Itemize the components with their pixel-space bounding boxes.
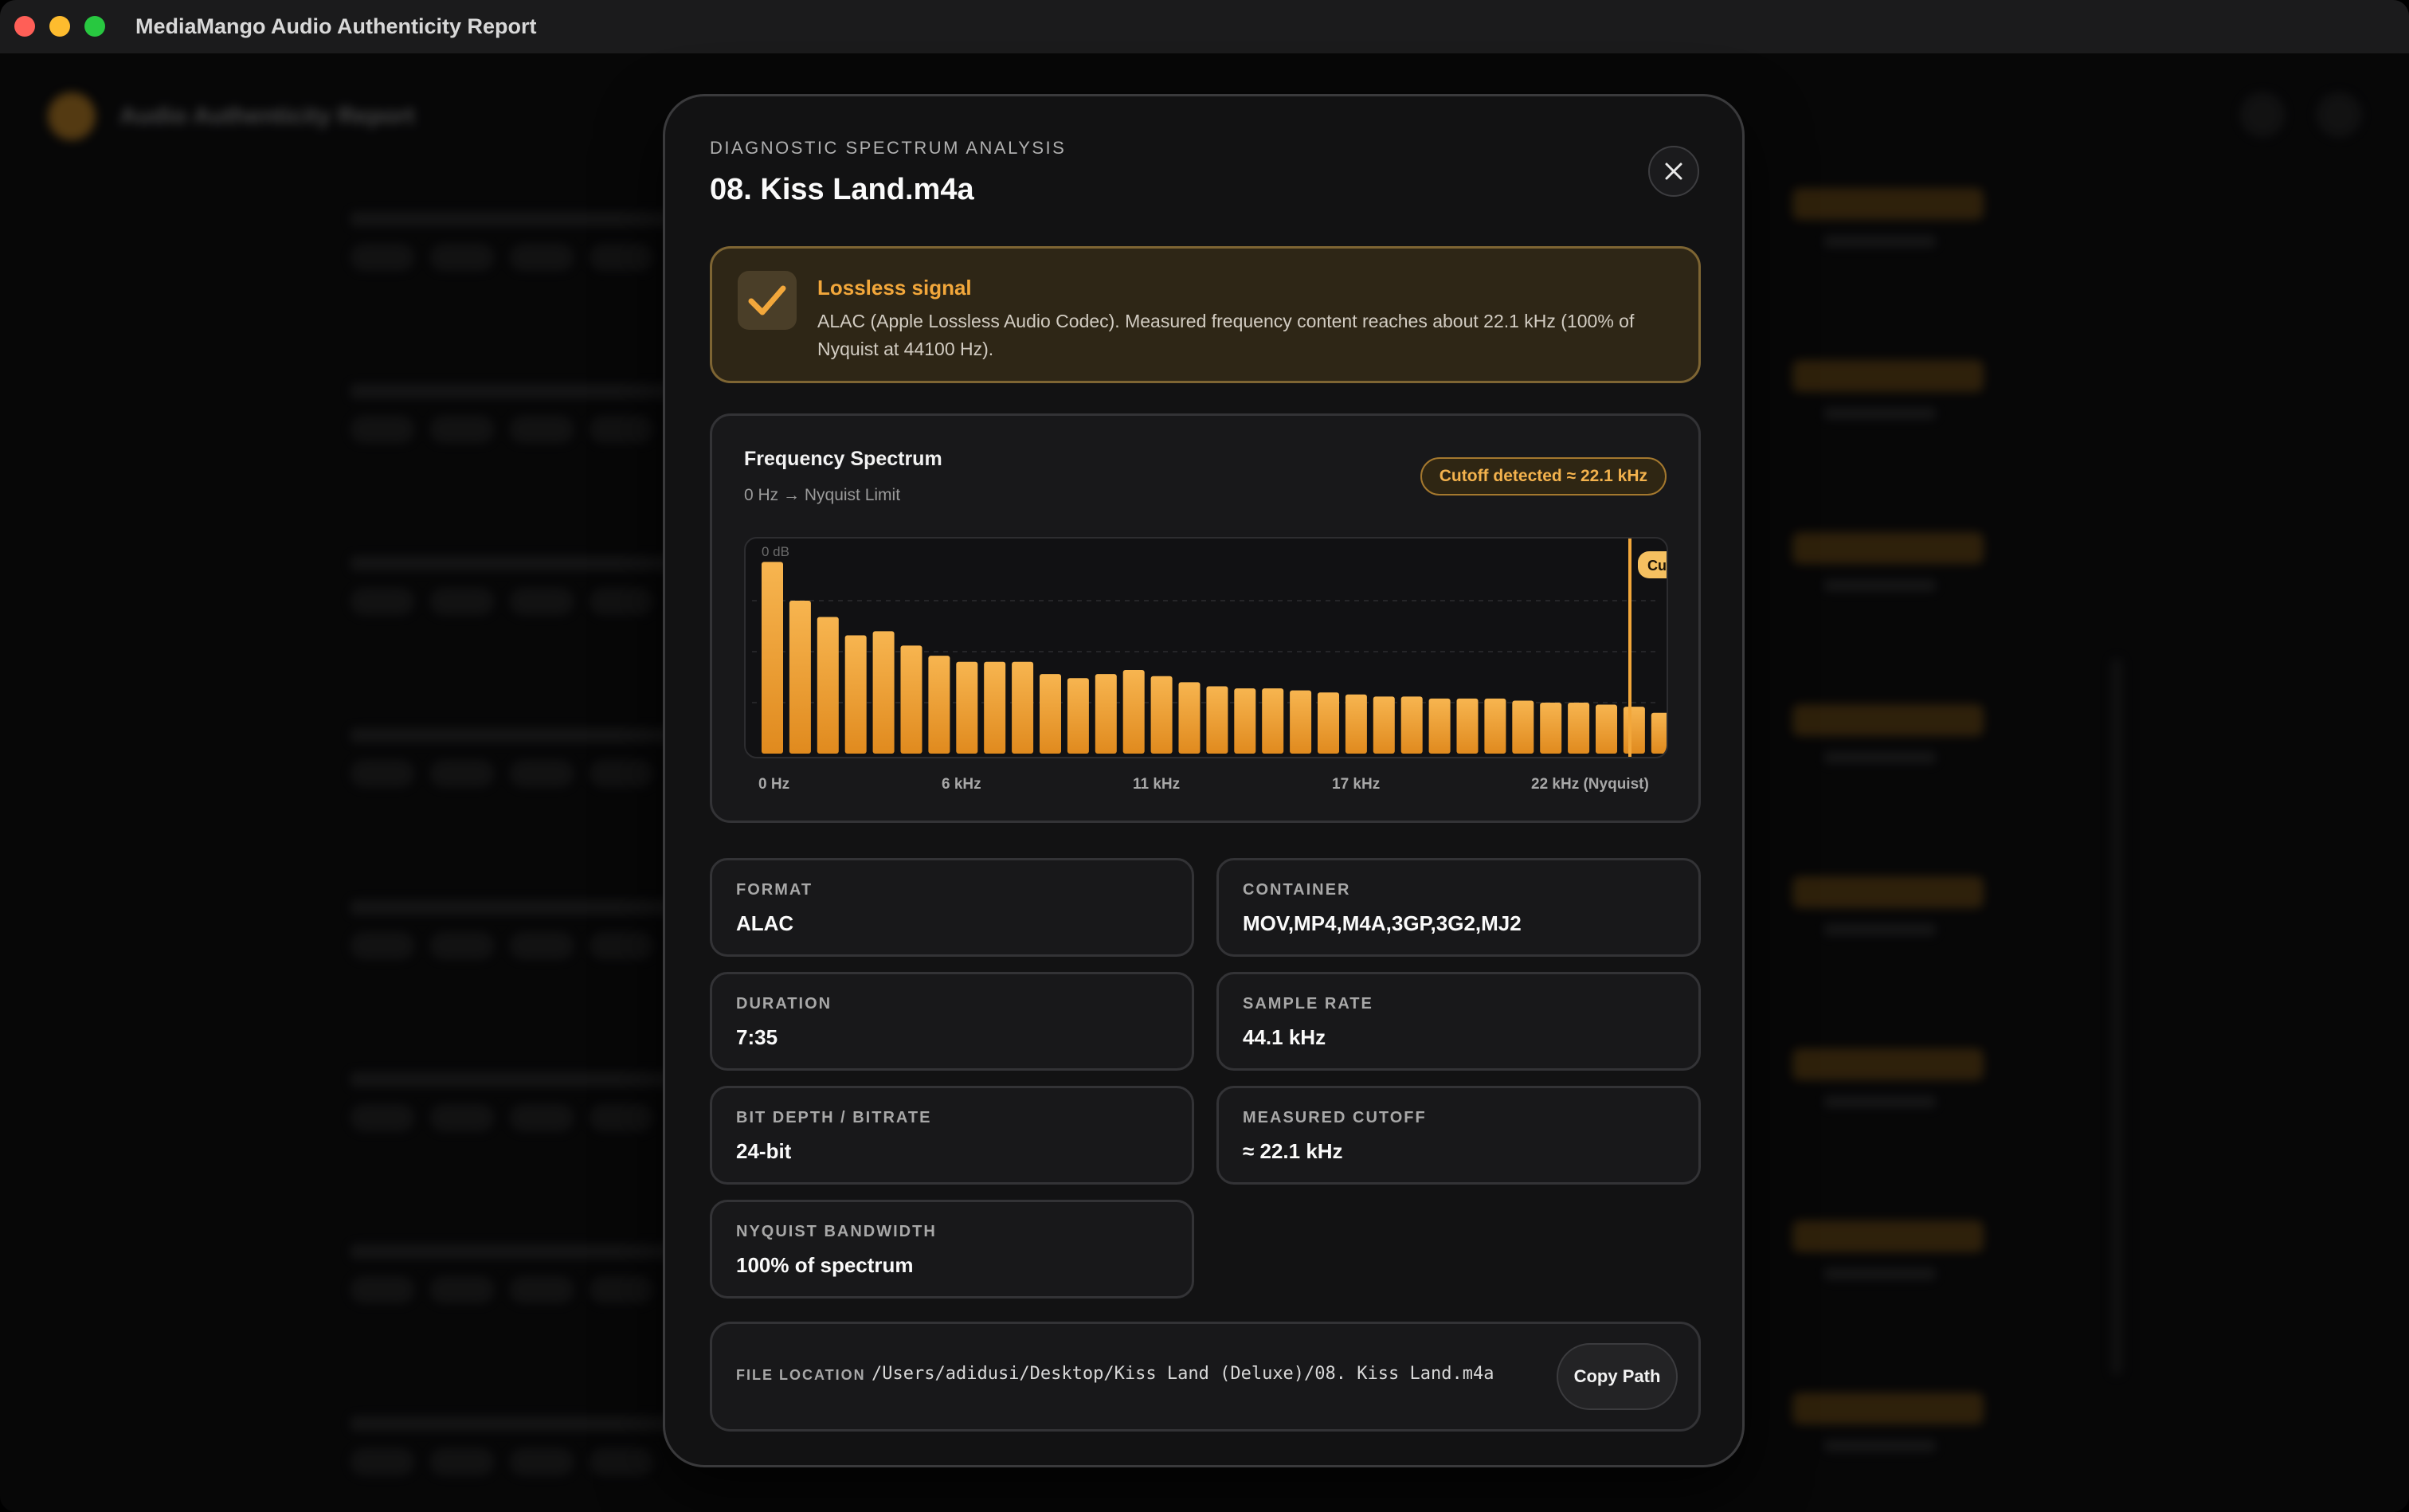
- spectrum-bar: [1540, 703, 1562, 754]
- status-title: Lossless signal: [817, 276, 972, 300]
- x-tick-label: 22 kHz (Nyquist): [1531, 776, 1649, 793]
- info-label: BIT DEPTH / BITRATE: [736, 1109, 932, 1126]
- spectrum-bar: [1290, 690, 1312, 754]
- spectrum-bar: [1150, 676, 1173, 754]
- spectrum-subtitle: 0 Hz → Nyquist Limit: [744, 486, 901, 504]
- spectrum-bar: [1484, 698, 1506, 754]
- spectrum-bar: [1596, 704, 1617, 754]
- status-icon-box: [738, 271, 797, 330]
- minimize-window-button[interactable]: [49, 16, 70, 37]
- info-value: 100% of spectrum: [736, 1253, 914, 1277]
- title-bar: MediaMango Audio Authenticity Report: [0, 0, 2409, 53]
- modal-eyebrow: DIAGNOSTIC SPECTRUM ANALYSIS: [710, 138, 1067, 158]
- spectrum-bar: [1122, 670, 1145, 754]
- spectrum-chart: 0 dB Cu: [744, 537, 1668, 758]
- spectrum-bar: [844, 635, 867, 754]
- x-tick-label: 11 kHz: [1133, 776, 1181, 793]
- app-window: MediaMango Audio Authenticity Report Aud…: [0, 0, 2409, 1512]
- spectrum-bar: [1318, 692, 1339, 754]
- spectrum-bar: [1428, 698, 1451, 754]
- info-card: SAMPLE RATE 44.1 kHz: [1216, 972, 1701, 1071]
- info-label: CONTAINER: [1243, 881, 1351, 899]
- spectrum-bar: [1456, 698, 1479, 754]
- spectrum-bar: [1512, 700, 1534, 754]
- spectrum-bar: [956, 661, 978, 754]
- x-tick-label: 6 kHz: [942, 776, 981, 793]
- info-value: ALAC: [736, 911, 794, 935]
- info-card: FORMAT ALAC: [710, 858, 1194, 957]
- zoom-window-button[interactable]: [84, 16, 105, 37]
- spectrum-bar: [1373, 696, 1395, 754]
- spectrum-bar: [1012, 661, 1034, 754]
- spectrum-bar: [928, 656, 950, 754]
- file-location-card: FILE LOCATION /Users/adidusi/Desktop/Kis…: [710, 1322, 1701, 1432]
- x-tick-label: 0 Hz: [758, 776, 790, 793]
- spectrum-title: Frequency Spectrum: [744, 448, 942, 470]
- info-label: SAMPLE RATE: [1243, 995, 1373, 1013]
- info-card: NYQUIST BANDWIDTH 100% of spectrum: [710, 1200, 1194, 1299]
- spectrum-bar: [1040, 674, 1061, 754]
- info-label: MEASURED CUTOFF: [1243, 1109, 1427, 1126]
- file-location-label: FILE LOCATION: [736, 1367, 866, 1383]
- spectrum-bar: [1067, 678, 1089, 754]
- spectrum-bar: [1568, 703, 1590, 754]
- spectrum-bar: [762, 562, 783, 754]
- info-value: MOV,MP4,M4A,3GP,3G2,MJ2: [1243, 911, 1522, 935]
- file-path: /Users/adidusi/Desktop/Kiss Land (Deluxe…: [872, 1364, 1494, 1384]
- close-modal-button[interactable]: [1648, 146, 1699, 197]
- info-card: DURATION 7:35: [710, 972, 1194, 1071]
- info-label: NYQUIST BANDWIDTH: [736, 1223, 937, 1240]
- info-card: MEASURED CUTOFF ≈ 22.1 kHz: [1216, 1086, 1701, 1185]
- info-card: BIT DEPTH / BITRATE 24-bit: [710, 1086, 1194, 1185]
- spectrum-card: Frequency Spectrum 0 Hz → Nyquist Limit …: [710, 413, 1701, 823]
- info-value: 7:35: [736, 1025, 778, 1049]
- checkmark-icon: [748, 285, 786, 315]
- db-label: 0 dB: [762, 544, 789, 559]
- spectrum-bar: [1345, 694, 1367, 754]
- status-description: ALAC (Apple Lossless Audio Codec). Measu…: [817, 311, 1635, 359]
- info-value: 44.1 kHz: [1243, 1025, 1326, 1049]
- spectrum-bar: [1234, 688, 1256, 754]
- spectrum-bar: [1095, 674, 1117, 754]
- spectrum-bar: [1262, 688, 1284, 754]
- window-controls: [14, 16, 105, 37]
- window-title: MediaMango Audio Authenticity Report: [135, 14, 537, 38]
- spectrum-modal: DIAGNOSTIC SPECTRUM ANALYSIS 08. Kiss La…: [663, 94, 1745, 1467]
- info-card: CONTAINER MOV,MP4,M4A,3GP,3G2,MJ2: [1216, 858, 1701, 957]
- copy-path-button[interactable]: Copy Path: [1557, 1343, 1678, 1410]
- spectrum-bar: [984, 661, 1006, 754]
- close-window-button[interactable]: [14, 16, 35, 37]
- spectrum-bar: [1623, 707, 1645, 754]
- spectrum-bar: [789, 601, 811, 754]
- cutoff-marker-label: Cu: [1647, 558, 1667, 574]
- spectrum-bar: [1400, 696, 1423, 754]
- info-value: ≈ 22.1 kHz: [1243, 1139, 1343, 1163]
- x-axis-labels: 0 Hz 6 kHz 11 kHz 17 kHz 22 kHz (Nyquist): [744, 776, 1668, 800]
- spectrum-bar: [1651, 712, 1667, 754]
- spectrum-bar: [1178, 682, 1201, 754]
- spectrum-bar: [1206, 686, 1228, 754]
- info-label: DURATION: [736, 995, 832, 1013]
- spectrum-svg: 0 dB Cu: [752, 539, 1667, 757]
- spectrum-bar: [872, 631, 895, 754]
- x-tick-label: 17 kHz: [1332, 776, 1381, 793]
- close-icon: [1665, 163, 1682, 180]
- info-label: FORMAT: [736, 881, 813, 899]
- cutoff-badge: Cutoff detected ≈ 22.1 kHz: [1420, 457, 1667, 496]
- spectrum-bar: [900, 645, 922, 754]
- status-banner: Lossless signal ALAC (Apple Lossless Aud…: [710, 246, 1701, 383]
- info-value: 24-bit: [736, 1139, 792, 1163]
- modal-file-title: 08. Kiss Land.m4a: [710, 173, 974, 206]
- spectrum-bar: [817, 617, 839, 754]
